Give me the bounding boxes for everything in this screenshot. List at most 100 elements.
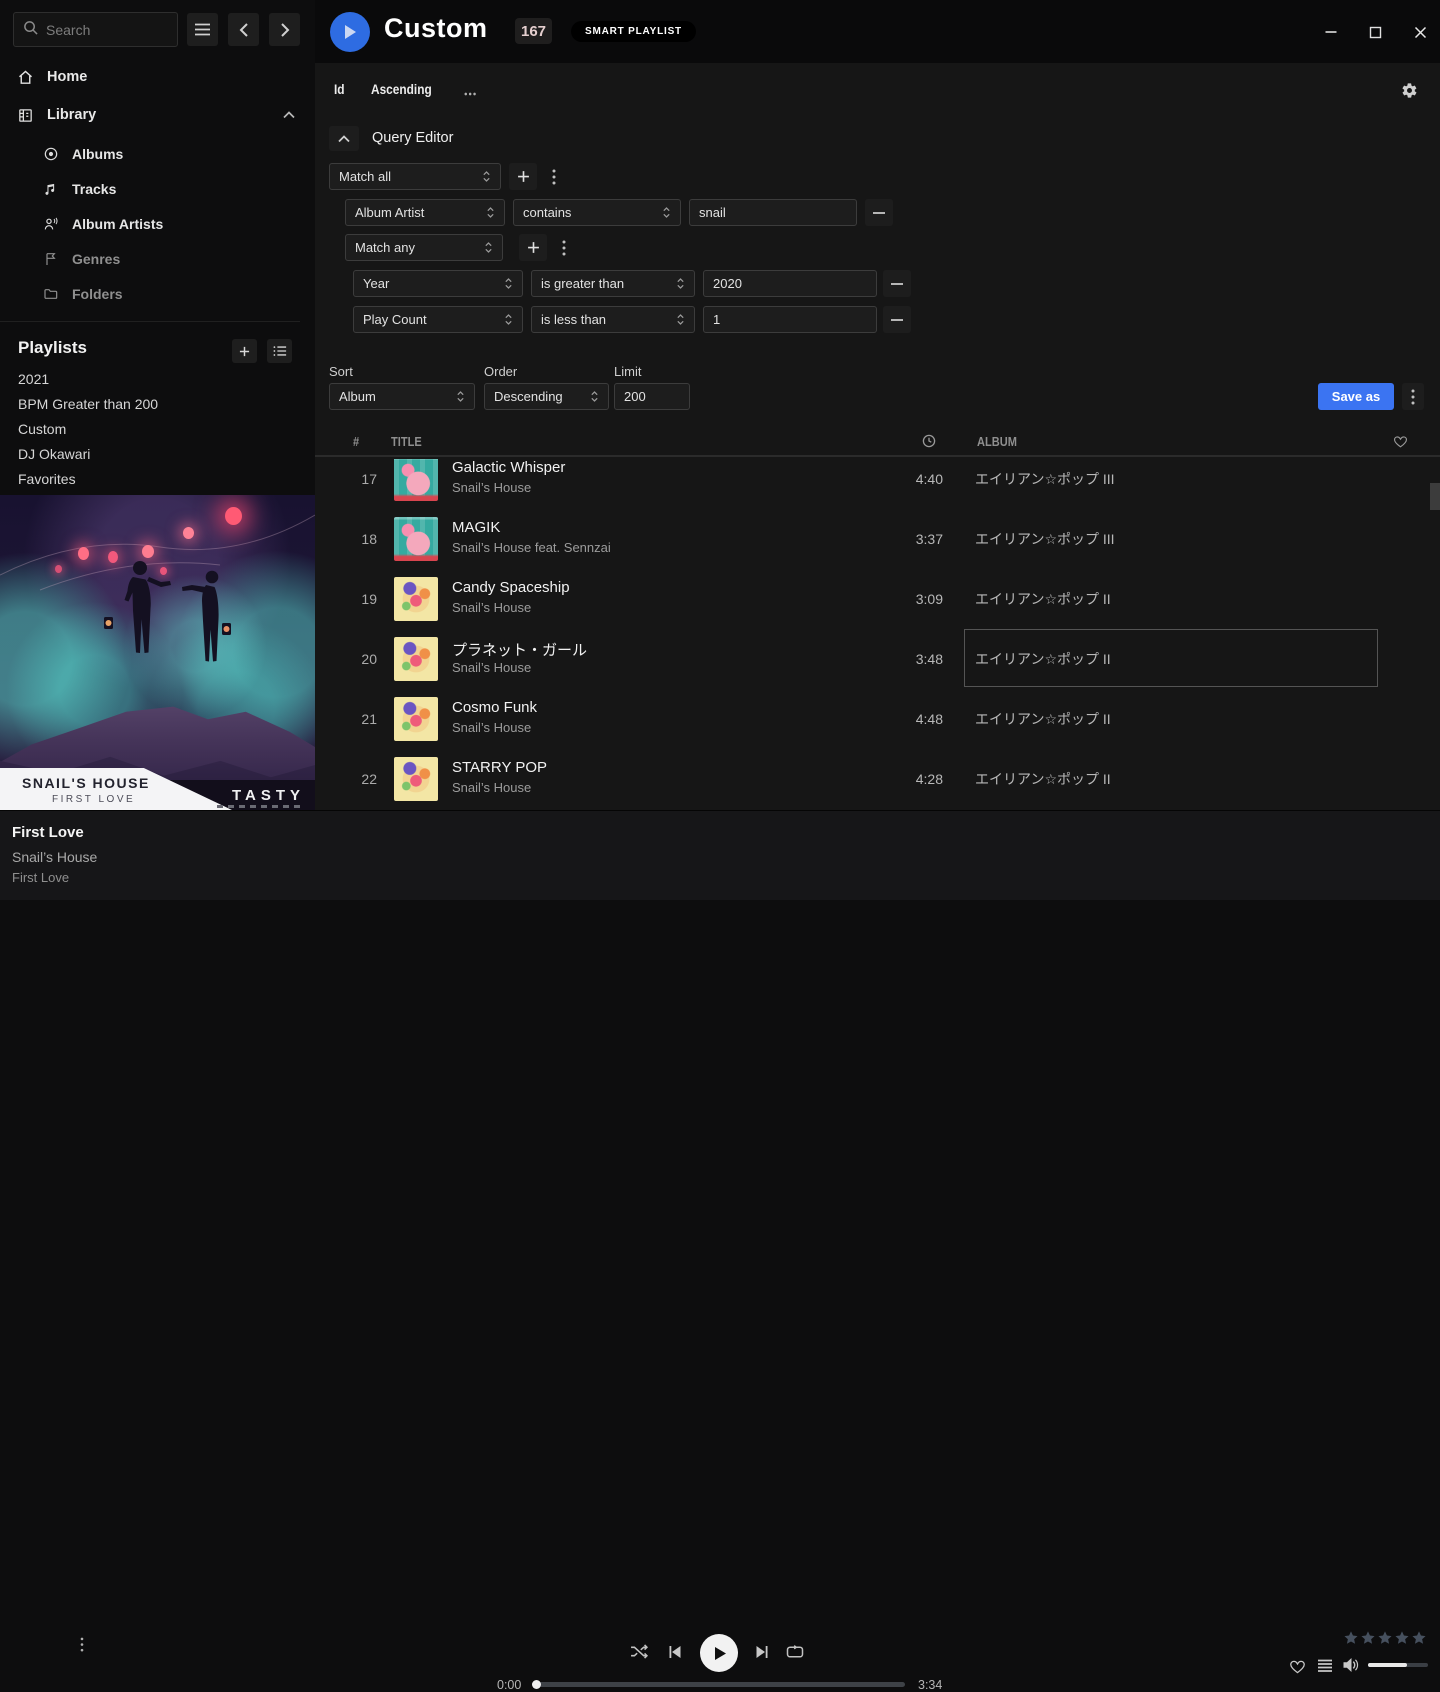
rule-operator-select[interactable]: is less than	[531, 306, 695, 333]
track-row[interactable]: 18 MAGIK Snail’s House feat. Sennzai 3:3…	[315, 509, 1440, 569]
sidebar-item-label: Genres	[72, 251, 120, 267]
seek-bar[interactable]	[535, 1682, 905, 1687]
add-rule-button[interactable]	[509, 163, 537, 190]
kebab-icon	[1411, 389, 1415, 405]
repeat-button[interactable]	[786, 1645, 804, 1659]
rule-operator-value: is less than	[541, 312, 606, 327]
group-menu-button[interactable]	[555, 234, 573, 261]
track-row[interactable]: 20 プラネット・ガール Snail’s House 3:48 エイリアン☆ポッ…	[315, 629, 1440, 689]
playlist-item[interactable]: Favorites	[18, 471, 76, 487]
query-editor-collapse-button[interactable]	[329, 126, 359, 151]
remove-rule-button[interactable]	[865, 199, 893, 226]
scrollbar-thumb[interactable]	[1430, 483, 1440, 510]
playlist-item[interactable]: BPM Greater than 200	[18, 396, 158, 412]
search-box[interactable]	[13, 12, 178, 47]
rule-field-select[interactable]: Album Artist	[345, 199, 505, 226]
column-title[interactable]: TITLE	[391, 434, 422, 449]
add-playlist-button[interactable]	[232, 339, 257, 363]
chevron-right-icon	[280, 23, 290, 37]
rule-operator-select[interactable]: is greater than	[531, 270, 695, 297]
play-playlist-button[interactable]	[330, 12, 370, 52]
favorite-button[interactable]	[1289, 1658, 1306, 1674]
track-number: 18	[329, 509, 377, 569]
match-mode-select[interactable]: Match all	[329, 163, 501, 190]
seek-handle[interactable]	[532, 1680, 541, 1689]
rule-value-input[interactable]	[703, 270, 877, 297]
kebab-icon	[562, 240, 566, 256]
sidebar-item-home[interactable]: Home	[0, 63, 315, 91]
track-row[interactable]: 21 Cosmo Funk Snail’s House 4:48 エイリアン☆ポ…	[315, 689, 1440, 749]
play-icon	[343, 24, 357, 40]
menu-button[interactable]	[187, 13, 218, 46]
track-row[interactable]: 22 STARRY POP Snail’s House 4:28 エイリアン☆ポ…	[315, 749, 1440, 809]
sidebar-item-genres[interactable]: Genres	[0, 246, 315, 272]
rule-value-input[interactable]	[703, 306, 877, 333]
minimize-button[interactable]	[1323, 24, 1339, 40]
maximize-button[interactable]	[1367, 24, 1383, 40]
limit-input[interactable]	[614, 383, 690, 410]
column-album[interactable]: ALBUM	[977, 434, 1017, 449]
playlist-item[interactable]: DJ Okawari	[18, 446, 90, 462]
sidebar-item-library[interactable]: Library	[0, 101, 315, 129]
shuffle-button[interactable]	[630, 1644, 649, 1659]
queue-button[interactable]	[1317, 1659, 1333, 1673]
group-menu-button[interactable]	[545, 163, 563, 190]
volume-slider[interactable]	[1368, 1663, 1428, 1667]
save-menu-button[interactable]	[1402, 383, 1424, 410]
rule-field-select[interactable]: Play Count	[353, 306, 523, 333]
sidebar-item-album-artists[interactable]: Album Artists	[0, 211, 315, 237]
shuffle-icon	[630, 1644, 649, 1659]
album-art-figures	[0, 495, 315, 810]
track-album: エイリアン☆ポップ III	[975, 459, 1115, 509]
remove-rule-button[interactable]	[883, 306, 911, 333]
playlist-item[interactable]: 2021	[18, 371, 49, 387]
add-rule-button[interactable]	[519, 234, 547, 261]
settings-button[interactable]	[1401, 82, 1418, 102]
track-row[interactable]: 17 Galactic Whisper Snail’s House 4:40 エ…	[315, 459, 1440, 509]
folder-icon	[43, 286, 59, 302]
search-input[interactable]	[46, 22, 156, 38]
playlists-heading: Playlists	[18, 338, 87, 358]
rating-stars[interactable]	[1343, 1630, 1427, 1646]
plus-icon	[517, 170, 530, 183]
order-select[interactable]: Descending	[484, 383, 609, 410]
favorite-column-icon[interactable]	[1393, 434, 1408, 451]
select-caret-icon	[662, 205, 671, 220]
close-button[interactable]	[1412, 24, 1428, 40]
save-as-button[interactable]: Save as	[1318, 383, 1394, 410]
rule-value-input[interactable]	[689, 199, 857, 226]
column-number[interactable]: #	[353, 434, 359, 449]
play-pause-button[interactable]	[700, 1634, 738, 1672]
sort-field-control[interactable]: Id	[334, 82, 345, 97]
volume-button[interactable]	[1342, 1657, 1359, 1673]
track-row[interactable]: 19 Candy Spaceship Snail’s House 3:09 エイ…	[315, 569, 1440, 629]
star-icon	[1394, 1630, 1410, 1646]
track-artist: Snail’s House feat. Sennzai	[452, 540, 611, 555]
previous-button[interactable]	[668, 1645, 682, 1659]
track-count-badge: 167	[515, 18, 552, 44]
previous-icon	[668, 1645, 682, 1659]
page-title: Custom	[384, 13, 488, 44]
chevron-up-icon[interactable]	[283, 111, 295, 119]
sidebar-item-folders[interactable]: Folders	[0, 281, 315, 307]
playlist-list-button[interactable]	[267, 339, 292, 363]
rule-field-select[interactable]: Year	[353, 270, 523, 297]
track-table-header: # TITLE ALBUM	[315, 427, 1440, 457]
sidebar-item-tracks[interactable]: Tracks	[0, 176, 315, 202]
duration-column-icon[interactable]	[922, 434, 936, 451]
more-sort-options-button[interactable]	[464, 84, 476, 99]
flag-icon	[43, 251, 59, 267]
now-playing-menu-button[interactable]	[80, 1637, 84, 1652]
gear-icon	[1401, 82, 1418, 99]
rule-operator-select[interactable]: contains	[513, 199, 681, 226]
next-button[interactable]	[755, 1645, 769, 1659]
sidebar-item-albums[interactable]: Albums	[0, 141, 315, 167]
nav-back-button[interactable]	[228, 13, 259, 46]
sort-select[interactable]: Album	[329, 383, 475, 410]
remove-rule-button[interactable]	[883, 270, 911, 297]
nav-forward-button[interactable]	[269, 13, 300, 46]
order-label: Order	[484, 364, 517, 379]
match-mode-select[interactable]: Match any	[345, 234, 503, 261]
playlist-item[interactable]: Custom	[18, 421, 66, 437]
sort-direction-control[interactable]: Ascending	[371, 82, 432, 97]
